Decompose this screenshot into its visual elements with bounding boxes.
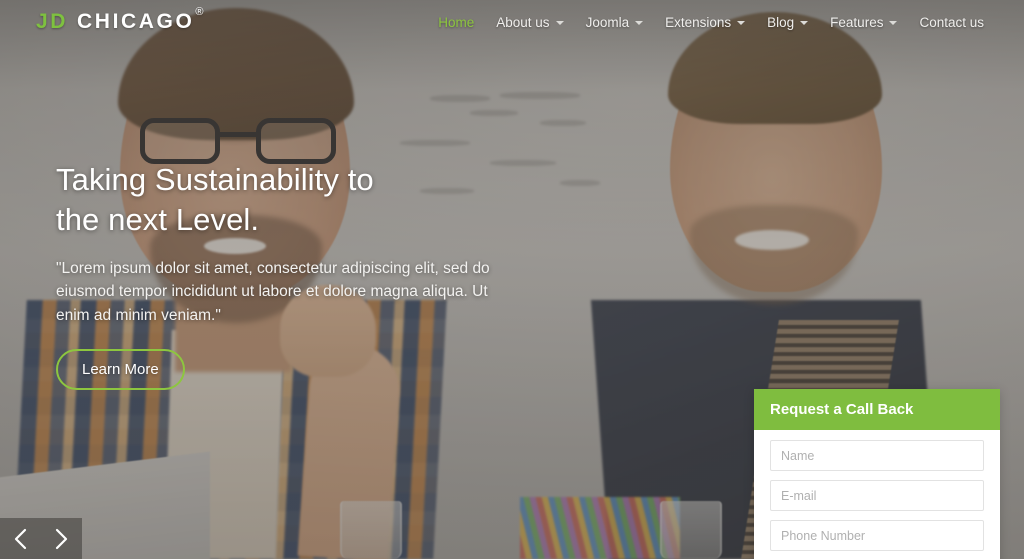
nav-item-joomla[interactable]: Joomla bbox=[586, 15, 644, 30]
chevron-down-icon bbox=[555, 21, 564, 25]
chevron-down-icon bbox=[800, 21, 809, 25]
nav-label: Features bbox=[830, 14, 884, 30]
nav-label: Joomla bbox=[585, 14, 630, 30]
hero-heading: Taking Sustainability to the next Level. bbox=[56, 160, 576, 241]
chevron-left-icon bbox=[14, 528, 27, 549]
callback-form-title: Request a Call Back bbox=[754, 389, 1000, 430]
chevron-down-icon bbox=[889, 21, 898, 25]
chevron-down-icon bbox=[737, 21, 746, 25]
nav-item-extensions[interactable]: Extensions bbox=[665, 14, 746, 30]
email-input[interactable] bbox=[770, 480, 984, 511]
request-callback-form: Request a Call Back bbox=[754, 389, 1000, 559]
hero-heading-line-1: Taking Sustainability to bbox=[56, 162, 374, 197]
logo-mark: JD bbox=[36, 10, 69, 33]
main-navigation: Home About us Joomla Extensions Blog Fea… bbox=[438, 15, 984, 30]
slider-next-button[interactable] bbox=[41, 518, 82, 559]
learn-more-button[interactable]: Learn More bbox=[56, 349, 185, 391]
trademark-icon: ® bbox=[195, 6, 207, 18]
nav-item-home[interactable]: Home bbox=[438, 15, 474, 30]
nav-item-blog[interactable]: Blog bbox=[767, 14, 809, 30]
nav-item-features[interactable]: Features bbox=[830, 14, 898, 30]
nav-label: About us bbox=[496, 14, 550, 30]
site-header: JD CHICAGO ® Home About us Joomla Extens… bbox=[0, 0, 1024, 44]
name-input[interactable] bbox=[770, 440, 984, 471]
callback-form-body bbox=[754, 430, 1000, 559]
logo-name: CHICAGO bbox=[77, 10, 195, 33]
nav-label: Blog bbox=[767, 14, 795, 30]
nav-label: Extensions bbox=[665, 14, 732, 30]
hero-heading-line-2: the next Level. bbox=[56, 202, 260, 238]
site-logo[interactable]: JD CHICAGO ® bbox=[36, 6, 207, 34]
chevron-down-icon bbox=[635, 21, 644, 25]
slider-prev-button[interactable] bbox=[0, 518, 41, 559]
nav-item-contact-us[interactable]: Contact us bbox=[919, 15, 984, 30]
hero-slider: JD CHICAGO ® Home About us Joomla Extens… bbox=[0, 0, 1024, 559]
hero-content: Taking Sustainability to the next Level.… bbox=[56, 160, 576, 391]
phone-input[interactable] bbox=[770, 520, 984, 551]
nav-label: Home bbox=[438, 14, 475, 30]
nav-label: Contact us bbox=[919, 14, 984, 30]
slider-navigation bbox=[0, 518, 82, 559]
hero-paragraph: "Lorem ipsum dolor sit amet, consectetur… bbox=[56, 259, 490, 324]
nav-item-about-us[interactable]: About us bbox=[496, 14, 564, 30]
chevron-right-icon bbox=[55, 528, 68, 549]
